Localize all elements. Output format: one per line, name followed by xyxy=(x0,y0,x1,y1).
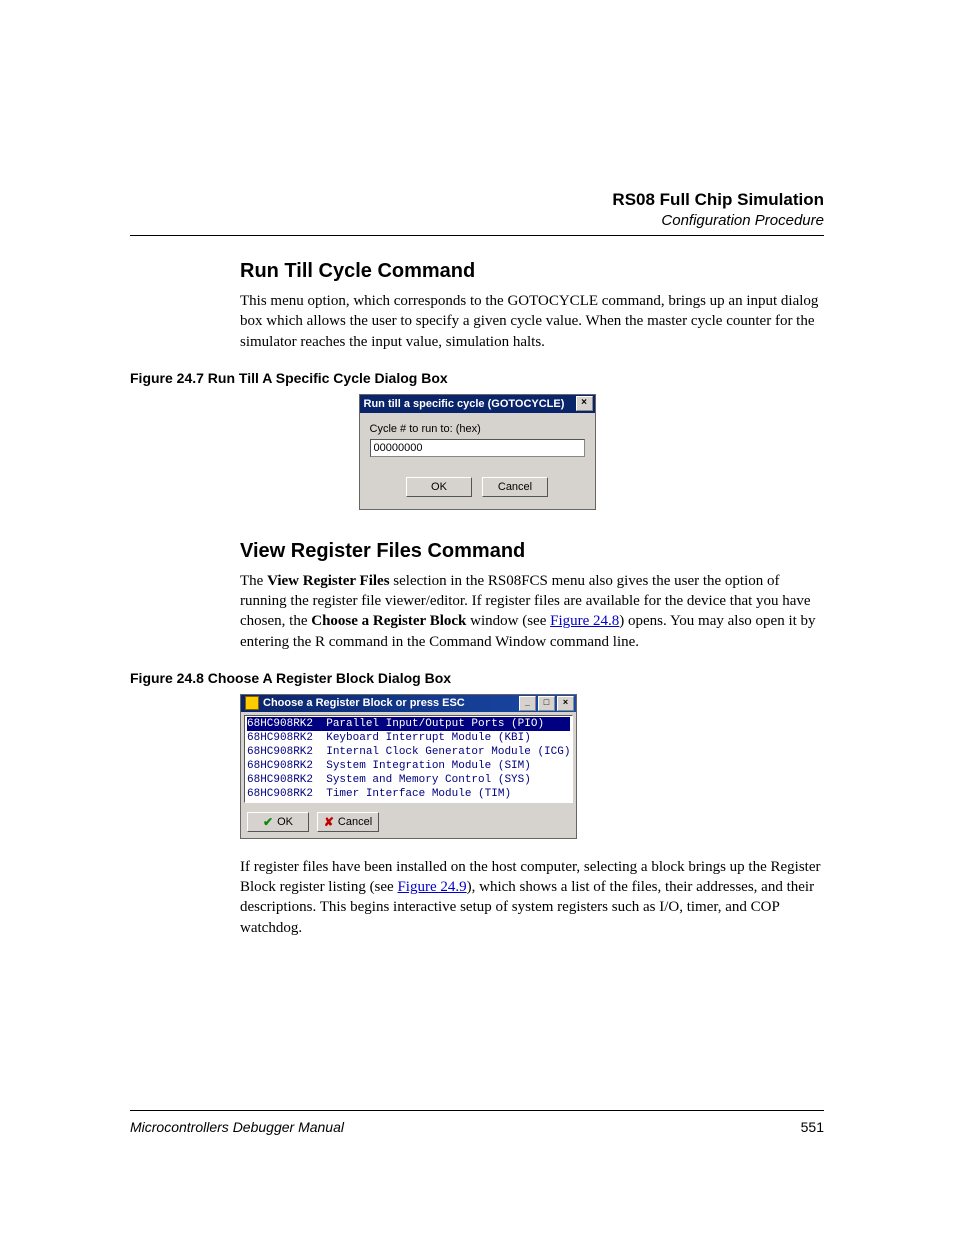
dialog-choose-register-block: Choose a Register Block or press ESC _ □… xyxy=(240,694,577,839)
list-item[interactable]: 68HC908RK2 Internal Clock Generator Modu… xyxy=(247,745,570,759)
register-block-list[interactable]: 68HC908RK2 Parallel Input/Output Ports (… xyxy=(244,715,573,803)
dialog-run-till-cycle: Run till a specific cycle (GOTOCYCLE) × … xyxy=(359,394,596,510)
header-rule xyxy=(130,235,824,236)
paragraph-run-till-cycle: This menu option, which corresponds to t… xyxy=(240,291,824,352)
footer-rule xyxy=(130,1110,824,1111)
page-header: RS08 Full Chip Simulation Configuration … xyxy=(130,190,824,229)
check-icon: ✔ xyxy=(263,815,273,829)
dialog-title-text: Run till a specific cycle (GOTOCYCLE) xyxy=(364,398,576,410)
ok-button[interactable]: ✔OK xyxy=(247,812,309,832)
minimize-icon[interactable]: _ xyxy=(519,696,536,711)
heading-run-till-cycle: Run Till Cycle Command xyxy=(240,260,824,283)
page-number: 551 xyxy=(801,1119,824,1135)
footer-title: Microcontrollers Debugger Manual xyxy=(130,1119,344,1135)
maximize-icon[interactable]: □ xyxy=(538,696,555,711)
bold-choose-register-block: Choose a Register Block xyxy=(311,613,466,629)
link-figure-24-9[interactable]: Figure 24.9 xyxy=(397,879,466,895)
list-item[interactable]: 68HC908RK2 Keyboard Interrupt Module (KB… xyxy=(247,731,570,745)
cancel-button[interactable]: Cancel xyxy=(482,477,548,497)
heading-view-register-files: View Register Files Command xyxy=(240,540,824,563)
dialog2-title-text: Choose a Register Block or press ESC xyxy=(263,697,517,709)
header-subtitle: Configuration Procedure xyxy=(130,212,824,229)
close-icon[interactable]: × xyxy=(557,696,574,711)
list-item[interactable]: 68HC908RK2 Parallel Input/Output Ports (… xyxy=(247,717,570,731)
figure-24-8-caption: Figure 24.8 Choose A Register Block Dial… xyxy=(130,670,824,686)
link-figure-24-8[interactable]: Figure 24.8 xyxy=(550,613,619,629)
bold-view-register-files: View Register Files xyxy=(267,573,389,589)
dialog2-titlebar[interactable]: Choose a Register Block or press ESC _ □… xyxy=(241,695,576,712)
list-item[interactable]: 68HC908RK2 Timer Interface Module (TIM) xyxy=(247,787,570,801)
header-title: RS08 Full Chip Simulation xyxy=(130,190,824,210)
paragraph-after-figure: If register files have been installed on… xyxy=(240,857,824,938)
paragraph-view-register-files: The View Register Files selection in the… xyxy=(240,571,824,652)
app-icon xyxy=(245,696,259,710)
close-icon[interactable]: × xyxy=(576,396,593,411)
figure-24-7-caption: Figure 24.7 Run Till A Specific Cycle Di… xyxy=(130,370,824,386)
x-icon: ✘ xyxy=(324,815,334,829)
list-item[interactable]: 68HC908RK2 System and Memory Control (SY… xyxy=(247,773,570,787)
list-item[interactable]: 68HC908RK2 System Integration Module (SI… xyxy=(247,759,570,773)
cancel-button[interactable]: ✘Cancel xyxy=(317,812,379,832)
dialog-titlebar[interactable]: Run till a specific cycle (GOTOCYCLE) × xyxy=(360,395,595,413)
page-footer: Microcontrollers Debugger Manual 551 xyxy=(130,1110,824,1135)
cycle-label: Cycle # to run to: (hex) xyxy=(370,423,585,435)
cycle-input[interactable] xyxy=(370,439,585,457)
ok-button[interactable]: OK xyxy=(406,477,472,497)
